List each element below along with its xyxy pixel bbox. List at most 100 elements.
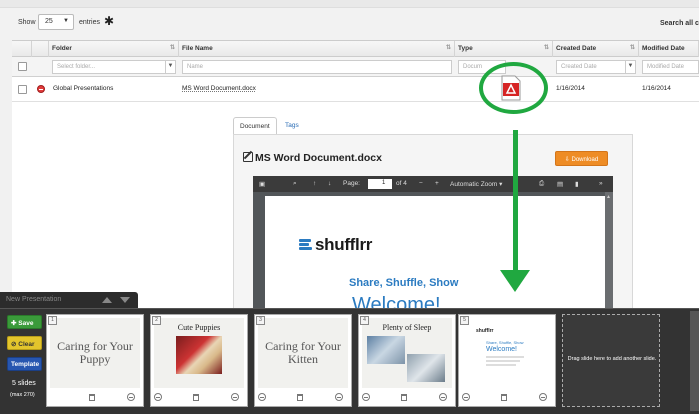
slide-thumbnail[interactable]: Caring for Your Puppy 1 [46,314,144,407]
trash-icon[interactable] [297,394,303,401]
row-modified-date: 1/16/2014 [642,85,671,92]
remove-slide-icon[interactable] [127,393,135,401]
search-icon[interactable]: ⌕ [293,180,297,188]
page-total: of 4 [396,180,407,187]
sidebar-toggle-icon[interactable]: ▣ [259,180,265,188]
scroll-up-icon[interactable]: ▲ [606,194,611,200]
page-current: 1 [382,180,386,186]
next-page-icon[interactable]: ↓ [328,180,331,187]
tab-document[interactable]: Document [233,117,277,135]
chevron-down-icon: ▼ [165,61,175,73]
gear-icon[interactable]: ✱ [104,15,114,27]
slide-canvas: Plenty of Sleep [362,318,452,388]
download-button[interactable]: ⇩ Download [555,151,608,166]
remove-slide-icon[interactable] [439,393,447,401]
column-header-modified-date[interactable]: Modified Date [639,41,699,57]
slide-canvas: Cute Puppies [154,318,244,388]
row-file-name[interactable]: MS Word Document.docx [182,85,256,92]
sleeping-animal-image [367,336,405,364]
page-label: Page: [343,180,360,187]
tray-scrollbar[interactable] [690,311,699,411]
modified-filter-placeholder: Modified Date [647,64,685,70]
folder-filter-select[interactable]: Select folder... ▼ [52,60,176,74]
page-number-input[interactable]: 1 [368,179,392,189]
add-slide-icon[interactable] [462,393,470,401]
column-header-type[interactable]: Type ⇅ [455,41,553,57]
sleeping-animal-image [407,354,445,382]
zoom-out-icon[interactable]: − [419,180,423,187]
drop-hint: Drag slide here to add another slide. [567,356,657,362]
column-header-file-name[interactable]: File Name ⇅ [179,41,455,57]
more-tools-icon[interactable]: » [599,180,603,187]
viewer-scrollbar[interactable]: ▲ [605,192,613,310]
trash-icon[interactable] [501,394,507,401]
remove-slide-icon[interactable] [231,393,239,401]
slide-logo: shufflrr [476,328,494,334]
slide-tagline: Share, Shuffle, Show [486,340,524,345]
modified-date-filter-input[interactable]: Modified Date [642,60,699,74]
download-icon: ⇩ [564,157,572,163]
type-filter-placeholder: Docum [463,64,483,70]
slides-max: (max 270) [10,392,35,398]
created-filter-placeholder: Created Date [561,64,597,70]
tray-expand-icon[interactable] [120,297,130,303]
entries-label: entries [79,19,101,26]
sort-icon: ⇅ [169,45,175,51]
row-checkbox[interactable] [18,85,27,94]
save-label: Save [18,320,34,327]
zoom-select[interactable]: Automatic Zoom ▾ [450,180,502,188]
print-icon[interactable]: ⎙ [539,180,544,188]
column-header-folder[interactable]: Folder ⇅ [49,41,179,57]
zoom-in-icon[interactable]: + [435,180,439,187]
slide-thumbnail[interactable]: shufflrr Share, Shuffle, Show Welcome! 5 [458,314,556,407]
trash-icon[interactable] [89,394,95,401]
created-date-filter-input[interactable]: Created Date ▼ [556,60,636,74]
slide-title: Caring for Your Puppy [57,339,133,366]
name-filter-input[interactable]: Name [182,60,452,74]
add-slide-icon[interactable] [362,393,370,401]
entries-select[interactable]: 25 ▼ [38,14,74,30]
slide-drop-zone[interactable]: Drag slide here to add another slide. [562,314,660,407]
shufflrr-logo-mark-icon [299,239,313,251]
slide-canvas: Caring for Your Kitten [258,318,348,388]
previous-page-icon[interactable]: ↑ [313,180,316,187]
tray-collapse-icon[interactable] [102,297,112,303]
presentation-title[interactable]: New Presentation [6,296,61,303]
slide-thumbnail[interactable]: Caring for Your Kitten 3 [254,314,352,407]
highlight-circle [479,62,548,114]
app-root: Show 25 ▼ entries ✱ Search all c Folder … [0,0,699,414]
table-row[interactable]: Global Presentations MS Word Document.do… [12,77,699,102]
remove-slide-icon[interactable] [335,393,343,401]
slide-title: Caring for Your Kitten [265,339,341,366]
add-slide-icon[interactable] [154,393,162,401]
trash-icon[interactable] [401,394,407,401]
slide-number: 5 [460,316,469,325]
save-button[interactable]: ✚ Save [7,315,42,329]
column-label: Created Date [556,45,597,52]
clear-button[interactable]: ⊘ Clear [7,336,42,350]
slide-text-line [486,356,524,358]
files-table: Folder ⇅ File Name ⇅ Type ⇅ Created Date… [12,40,699,102]
puppies-image [176,336,222,374]
arrow-down-icon [513,130,518,276]
header-action-cell [32,41,49,57]
edit-icon[interactable] [243,152,253,162]
entries-value: 25 [45,18,53,25]
filter-row: Select folder... ▼ Name Docum Created Da… [12,57,699,77]
chevron-down-icon: ▼ [625,61,635,73]
remove-slide-icon[interactable] [539,393,547,401]
slide-thumbnail[interactable]: Plenty of Sleep 4 [358,314,456,407]
slide-title: Cute Puppies [177,323,221,332]
save-file-icon[interactable]: ▤ [557,180,563,188]
template-button[interactable]: Template [7,357,42,371]
slide-thumbnail[interactable]: Cute Puppies 2 [150,314,248,407]
tab-tags[interactable]: Tags [285,122,299,129]
top-bar [0,0,699,8]
add-slide-icon[interactable] [258,393,266,401]
slide-number: 2 [152,316,161,325]
remove-icon[interactable] [37,85,45,93]
bookmark-icon[interactable]: ▮ [575,180,579,188]
column-header-created-date[interactable]: Created Date ⇅ [553,41,639,57]
trash-icon[interactable] [193,394,199,401]
select-all-checkbox[interactable] [18,62,27,71]
